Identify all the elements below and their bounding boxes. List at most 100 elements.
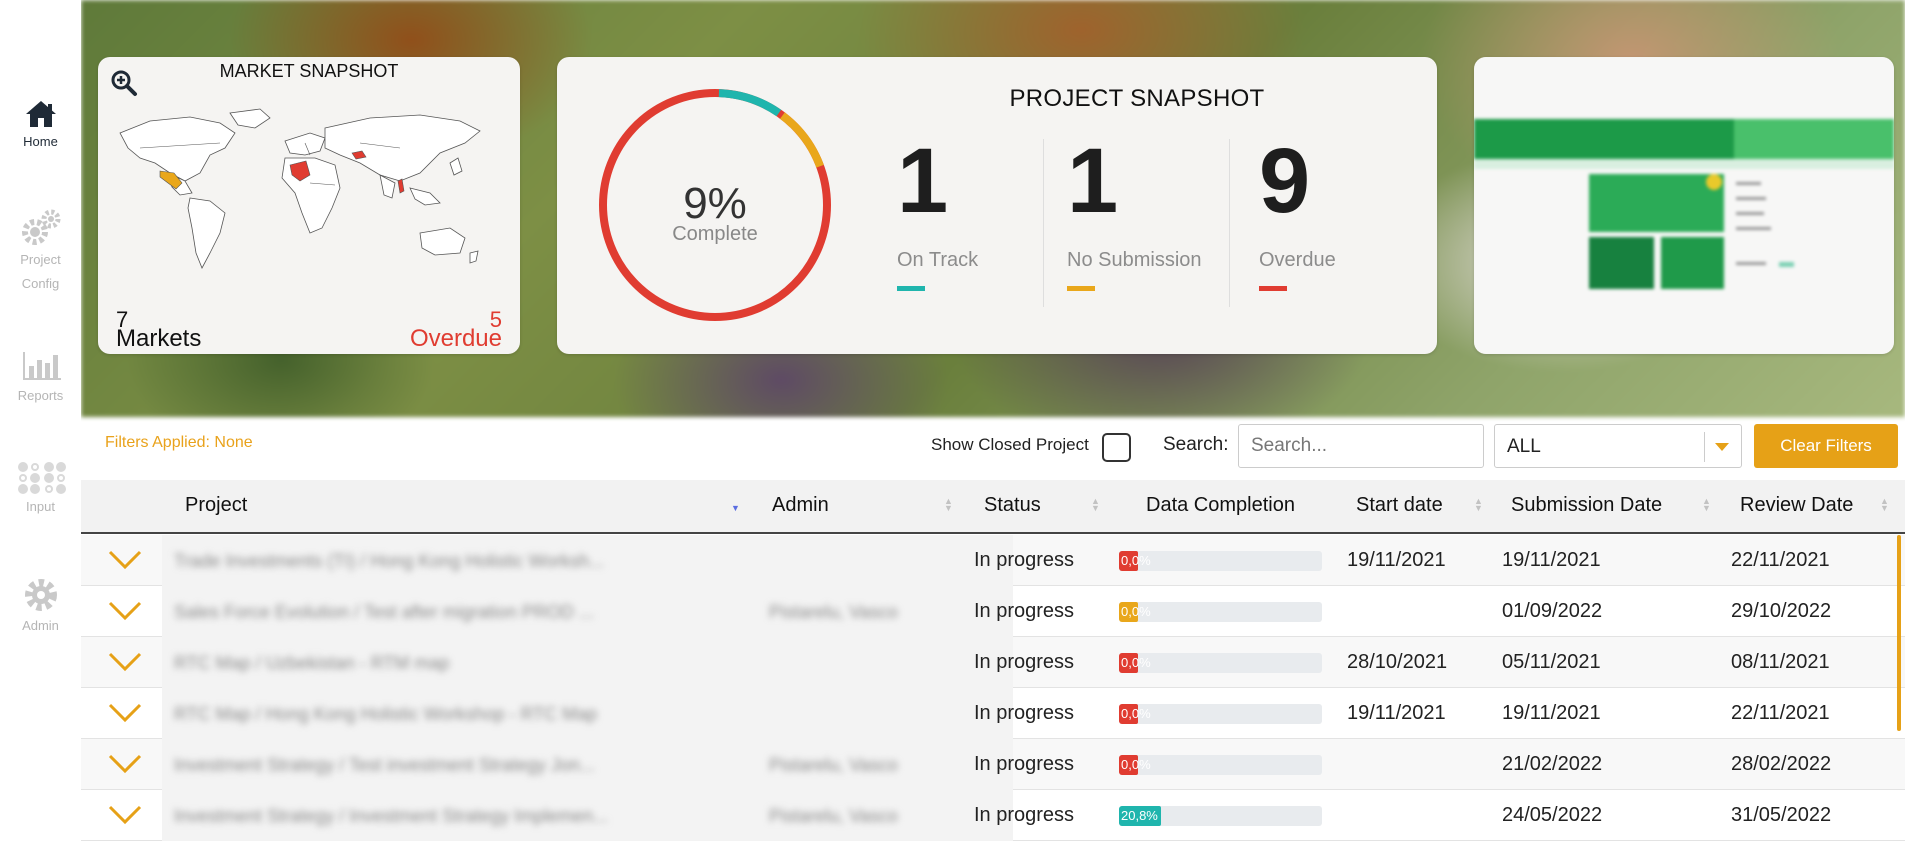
status-value: In progress bbox=[974, 753, 1075, 775]
table-row[interactable]: Investment Strategy / Test investment St… bbox=[81, 739, 1905, 790]
stat-overdue[interactable]: 9 Overdue bbox=[1259, 135, 1419, 291]
filters-applied-label: Filters Applied: None bbox=[105, 434, 253, 451]
data-completion-value: 0,0% bbox=[1121, 655, 1151, 670]
chevron-down-icon[interactable] bbox=[107, 548, 143, 572]
sort-icon[interactable]: ▲▼ bbox=[1091, 497, 1100, 513]
sort-icon[interactable]: ▲▼ bbox=[944, 497, 953, 513]
data-completion-value: 0,0% bbox=[1121, 604, 1151, 619]
data-completion-bar: 0,0% bbox=[1119, 551, 1322, 571]
bar-chart-icon bbox=[22, 352, 61, 380]
sort-icon[interactable]: ▲▼ bbox=[731, 498, 740, 513]
market-snapshot-card[interactable]: MARKET SNAPSHOT 7 Markets 5 Overdue bbox=[98, 57, 520, 354]
project-name: RTC Map / Hong Kong Holistic Workshop - … bbox=[174, 704, 598, 724]
column-header-data-completion[interactable]: Data Completion bbox=[1146, 494, 1295, 517]
stat-no-submission[interactable]: 1 No Submission bbox=[1067, 135, 1227, 291]
review-date-value: 28/02/2022 bbox=[1731, 753, 1832, 775]
sort-icon[interactable]: ▲▼ bbox=[1474, 497, 1483, 513]
chevron-down-icon[interactable] bbox=[107, 650, 143, 674]
sidebar-item-admin[interactable]: Admin bbox=[0, 576, 81, 638]
sidebar-item-input[interactable]: Input bbox=[0, 461, 81, 519]
sidebar-item-label: Reports bbox=[17, 388, 64, 403]
table-scrollbar[interactable] bbox=[1897, 535, 1901, 731]
column-header-admin[interactable]: Admin bbox=[772, 494, 829, 517]
sidebar-item-project-config[interactable]: Project Config bbox=[0, 208, 81, 296]
review-date-value: 22/11/2021 bbox=[1731, 702, 1830, 724]
stat-color-bar bbox=[897, 286, 925, 291]
table-row[interactable]: Trade Investments (TI) / Hong Kong Holis… bbox=[81, 535, 1905, 586]
project-name: Investment Strategy / Investment Strateg… bbox=[174, 806, 609, 826]
chevron-down-icon[interactable] bbox=[107, 599, 143, 623]
projects-table: Trade Investments (TI) / Hong Kong Holis… bbox=[81, 535, 1905, 847]
data-completion-bar: 20,8% bbox=[1119, 806, 1322, 826]
chevron-down-icon[interactable] bbox=[107, 752, 143, 776]
overdue-markets-label: Overdue bbox=[409, 325, 502, 352]
status-value: In progress bbox=[974, 600, 1075, 622]
project-cell[interactable]: Trade Investments (TI) / Hong Kong Holis… bbox=[162, 535, 749, 586]
project-cell[interactable]: RTC Map / Uzbekistan - RTM map bbox=[162, 637, 749, 688]
start-date-value: 28/10/2021 bbox=[1347, 651, 1448, 673]
column-header-status[interactable]: Status bbox=[984, 494, 1041, 517]
select-separator bbox=[1704, 432, 1705, 462]
review-date-value: 29/10/2022 bbox=[1731, 600, 1832, 622]
chevron-down-icon[interactable] bbox=[107, 701, 143, 725]
admin-name: Pistarelu, Vasco bbox=[769, 755, 898, 775]
review-date-value: 31/05/2022 bbox=[1731, 804, 1832, 826]
stat-color-bar bbox=[1067, 286, 1095, 291]
project-cell[interactable]: Sales Force Evolution / Test after migra… bbox=[162, 586, 749, 637]
search-input[interactable] bbox=[1238, 424, 1484, 468]
project-cell[interactable]: RTC Map / Hong Kong Holistic Workshop - … bbox=[162, 688, 749, 739]
home-icon bbox=[25, 101, 56, 127]
show-closed-checkbox[interactable] bbox=[1102, 433, 1131, 462]
table-row[interactable]: RTC Map / Hong Kong Holistic Workshop - … bbox=[81, 688, 1905, 739]
markets-label: Markets bbox=[116, 325, 202, 352]
clear-filters-button[interactable]: Clear Filters bbox=[1754, 424, 1898, 468]
dashboard-preview-image[interactable] bbox=[1474, 57, 1894, 354]
data-completion-bar: 0,0% bbox=[1119, 704, 1322, 724]
sidebar-item-label: Input bbox=[26, 499, 55, 514]
admin-name: Pistarelu, Vasco bbox=[769, 806, 898, 826]
column-header-project[interactable]: Project bbox=[185, 494, 247, 517]
sidebar-item-reports[interactable]: Reports bbox=[0, 348, 81, 408]
stat-value: 9 bbox=[1259, 130, 1311, 232]
status-filter-select[interactable]: ALL bbox=[1494, 424, 1742, 468]
data-completion-bar: 0,0% bbox=[1119, 755, 1322, 775]
show-closed-label: Show Closed Project bbox=[931, 435, 1089, 454]
project-name: RTC Map / Uzbekistan - RTM map bbox=[174, 653, 450, 673]
submission-date-value: 24/05/2022 bbox=[1502, 804, 1603, 826]
sidebar-item-label: Project bbox=[20, 252, 61, 267]
status-value: In progress bbox=[974, 549, 1075, 571]
project-snapshot-title: PROJECT SNAPSHOT bbox=[1009, 85, 1265, 112]
divider bbox=[1229, 139, 1230, 307]
column-header-start-date[interactable]: Start date bbox=[1356, 494, 1443, 517]
data-completion-bar: 0,0% bbox=[1119, 602, 1322, 622]
chevron-down-icon[interactable] bbox=[107, 803, 143, 827]
project-name: Investment Strategy / Test investment St… bbox=[174, 755, 595, 775]
sort-icon[interactable]: ▲▼ bbox=[1702, 497, 1711, 513]
world-map[interactable] bbox=[110, 103, 510, 303]
project-cell[interactable]: Investment Strategy / Test investment St… bbox=[162, 739, 749, 790]
admin-name: Pistarelu, Vasco bbox=[769, 602, 898, 622]
review-date-value: 08/11/2021 bbox=[1731, 651, 1830, 673]
submission-date-value: 19/11/2021 bbox=[1502, 549, 1601, 571]
sidebar-item-label: Admin bbox=[22, 618, 59, 633]
project-cell[interactable]: Investment Strategy / Investment Strateg… bbox=[162, 790, 749, 841]
data-completion-value: 0,0% bbox=[1121, 553, 1151, 568]
sidebar-item-home[interactable]: Home bbox=[0, 98, 81, 154]
sort-icon[interactable]: ▲▼ bbox=[1880, 497, 1889, 513]
status-value: In progress bbox=[974, 702, 1075, 724]
column-header-review-date[interactable]: Review Date bbox=[1740, 494, 1853, 517]
stat-on-track[interactable]: 1 On Track bbox=[897, 135, 1057, 291]
data-completion-bar: 0,0% bbox=[1119, 653, 1322, 673]
table-row[interactable]: Investment Strategy / Investment Strateg… bbox=[81, 790, 1905, 841]
submission-date-value: 01/09/2022 bbox=[1502, 600, 1603, 622]
zoom-in-icon[interactable] bbox=[110, 69, 138, 97]
stat-label: No Submission bbox=[1067, 249, 1202, 271]
grid-dots-icon bbox=[17, 462, 66, 494]
select-value: ALL bbox=[1507, 436, 1541, 457]
review-date-value: 22/11/2021 bbox=[1731, 549, 1830, 571]
sidebar-nav: Home Project Config Reports Input Admin bbox=[0, 0, 81, 847]
gears-icon bbox=[21, 209, 60, 245]
table-row[interactable]: Sales Force Evolution / Test after migra… bbox=[81, 586, 1905, 637]
table-row[interactable]: RTC Map / Uzbekistan - RTM map In progres… bbox=[81, 637, 1905, 688]
column-header-submission-date[interactable]: Submission Date bbox=[1511, 494, 1662, 517]
